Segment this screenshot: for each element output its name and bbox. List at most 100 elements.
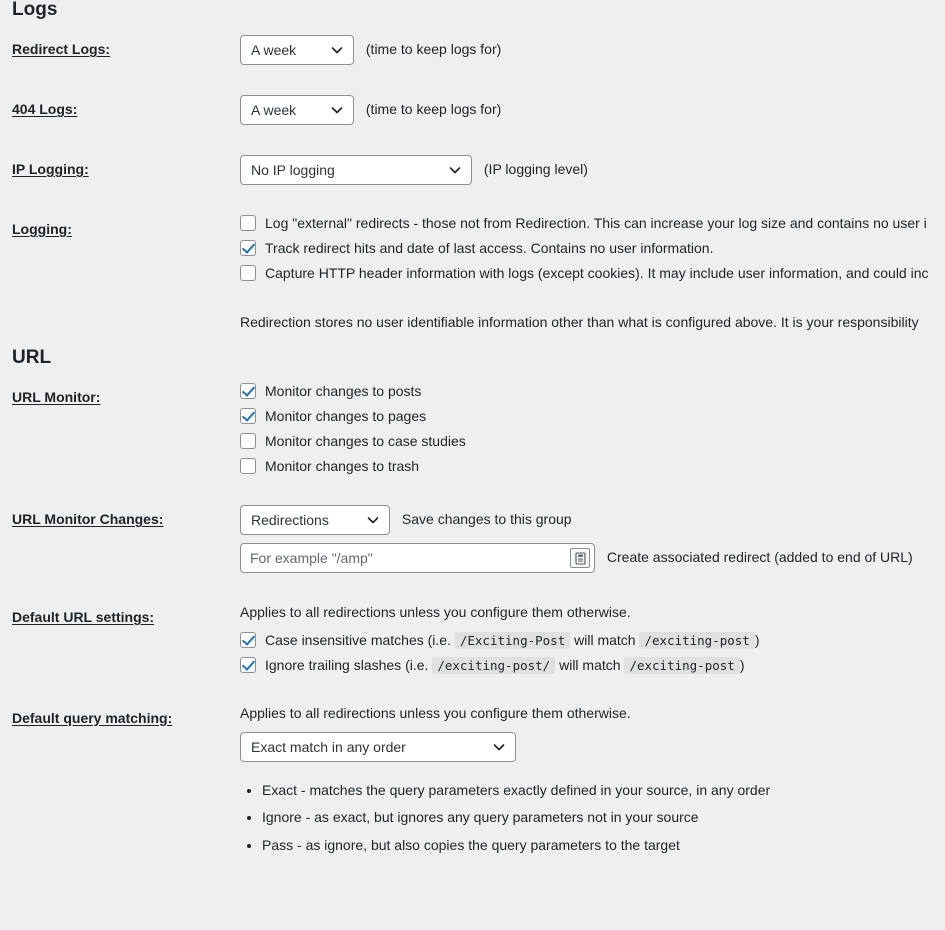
label-redirect-logs-text: Redirect Logs: [12,41,111,57]
row-logging: Logging: Log "external" redirects - thos… [12,200,945,348]
case-insensitive-code-source: /Exciting-Post [454,631,571,649]
chevron-down-icon [366,506,380,534]
associated-redirect-note: Create associated redirect (added to end… [606,549,913,566]
trailing-slashes-code-target: /exciting-post [624,656,740,674]
case-insensitive-middle: will match [574,631,636,648]
row-url-monitor-changes: URL Monitor Changes: Redirections Save c… [12,490,945,588]
404-logs-note: (time to keep logs for) [365,101,502,118]
default-query-matching-select[interactable]: Exact match in any order [240,732,516,763]
404-logs-select[interactable]: A week [240,95,354,125]
logging-description: Redirection stores no user identifiable … [240,314,919,330]
checkbox-log-external[interactable] [240,215,256,231]
label-logging: Logging: [12,200,240,348]
row-url-monitor: URL Monitor: Monitor changes to posts Mo… [12,368,945,490]
label-url-monitor-changes: URL Monitor Changes: [12,490,240,588]
default-query-matching-select-value: Exact match in any order [251,739,406,756]
chevron-down-icon [492,733,506,761]
default-query-matching-intro: Applies to all redirections unless you c… [240,704,631,721]
chevron-down-icon [330,96,344,124]
redirect-logs-select-value: A week [251,42,297,58]
label-url-monitor-changes-text: URL Monitor Changes: [12,511,164,527]
label-ip-logging: IP Logging: [12,140,240,200]
checkbox-monitor-case-studies[interactable] [240,433,256,449]
checkbox-track-redirect-hits[interactable] [240,240,256,256]
url-monitor-option-trash[interactable]: Monitor changes to trash [240,458,945,475]
trailing-slashes-middle: will match [559,656,621,673]
case-insensitive-prefix: Case insensitive matches (i.e. [265,631,451,648]
bullet-exact: Exact - matches the query parameters exa… [262,780,945,800]
ip-logging-select[interactable]: No IP logging [240,155,472,185]
settings-page: Logs Redirect Logs: A week (time to keep… [0,0,945,870]
label-logging-text: Logging: [12,221,72,237]
url-monitor-group-row: Redirections Save changes to this group [240,505,945,535]
logging-option-track-hits-label: Track redirect hits and date of last acc… [265,240,714,256]
logging-option-http-headers[interactable]: Capture HTTP header information with log… [240,265,945,282]
chevron-down-icon [448,156,462,184]
logging-option-external[interactable]: Log "external" redirects - those not fro… [240,215,945,232]
redirect-logs-note: (time to keep logs for) [365,41,502,58]
checkbox-monitor-pages[interactable] [240,408,256,424]
url-monitor-option-pages[interactable]: Monitor changes to pages [240,408,945,425]
url-monitor-associated-redirect-row: Create associated redirect (added to end… [240,543,945,573]
logging-option-track-hits[interactable]: Track redirect hits and date of last acc… [240,240,945,257]
url-monitor-group-note: Save changes to this group [401,511,572,528]
logging-option-http-headers-label: Capture HTTP header information with log… [265,265,929,281]
case-insensitive-suffix: ) [754,631,760,648]
label-404-logs: 404 Logs: [12,80,240,140]
row-ip-logging: IP Logging: No IP logging (IP logging le… [12,140,945,200]
url-monitor-option-trash-label: Monitor changes to trash [265,458,420,474]
section-heading-logs: Logs [12,0,58,20]
row-default-query-matching: Default query matching: Applies to all r… [12,689,945,870]
associated-redirect-input[interactable] [240,543,595,573]
default-url-option-case-insensitive-label: Case insensitive matches (i.e. /Exciting… [265,631,760,649]
field-ip-logging: No IP logging (IP logging level) [240,140,945,200]
url-monitor-option-posts-label: Monitor changes to posts [265,383,422,399]
trailing-slashes-suffix: ) [739,656,745,673]
url-monitor-option-posts[interactable]: Monitor changes to posts [240,383,945,400]
row-redirect-logs: Redirect Logs: A week (time to keep logs… [12,20,945,80]
field-url-monitor-changes: Redirections Save changes to this group [240,490,945,588]
label-default-query-matching-text: Default query matching: [12,709,173,726]
label-default-url-settings-text: Default URL settings: [12,609,155,625]
label-url-monitor: URL Monitor: [12,368,240,490]
url-monitor-option-case-studies-label: Monitor changes to case studies [265,433,466,449]
default-url-settings-intro: Applies to all redirections unless you c… [240,604,631,620]
checkbox-monitor-posts[interactable] [240,383,256,399]
label-default-query-matching: Default query matching: [12,689,240,870]
label-url-monitor-text: URL Monitor: [12,389,101,405]
bullet-ignore: Ignore - as exact, but ignores any query… [262,807,945,827]
url-monitor-group-select[interactable]: Redirections [240,505,390,535]
default-query-matching-bullets: Exact - matches the query parameters exa… [240,780,945,855]
logs-settings-table: Redirect Logs: A week (time to keep logs… [12,20,945,348]
checkbox-monitor-trash[interactable] [240,458,256,474]
redirect-logs-select[interactable]: A week [240,35,354,65]
label-404-logs-text: 404 Logs: [12,101,78,117]
row-default-url-settings: Default URL settings: Applies to all red… [12,588,945,689]
label-default-url-settings: Default URL settings: [12,588,240,689]
checkbox-capture-http-headers[interactable] [240,265,256,281]
row-404-logs: 404 Logs: A week (time to keep logs for) [12,80,945,140]
checkbox-ignore-trailing-slashes[interactable] [240,656,256,673]
insert-icon[interactable] [570,548,590,568]
trailing-slashes-code-source: /exciting-post/ [432,656,556,674]
associated-redirect-input-wrap [240,543,595,573]
bullet-pass: Pass - as ignore, but also copies the qu… [262,835,945,855]
trailing-slashes-prefix: Ignore trailing slashes (i.e. [265,656,429,673]
chevron-down-icon [330,36,344,64]
field-default-query-matching: Applies to all redirections unless you c… [240,689,945,870]
default-url-option-trailing-slashes-label: Ignore trailing slashes (i.e. /exciting-… [265,656,745,674]
url-monitor-option-case-studies[interactable]: Monitor changes to case studies [240,433,945,450]
field-url-monitor: Monitor changes to posts Monitor changes… [240,368,945,490]
checkbox-case-insensitive[interactable] [240,631,256,648]
url-settings-table: URL Monitor: Monitor changes to posts Mo… [12,368,945,870]
field-logging: Log "external" redirects - those not fro… [240,200,945,348]
url-monitor-group-select-value: Redirections [251,512,329,528]
default-url-option-case-insensitive[interactable]: Case insensitive matches (i.e. /Exciting… [240,631,945,649]
ip-logging-note: (IP logging level) [483,161,588,178]
default-url-option-trailing-slashes[interactable]: Ignore trailing slashes (i.e. /exciting-… [240,656,945,674]
field-default-url-settings: Applies to all redirections unless you c… [240,588,945,689]
field-404-logs: A week (time to keep logs for) [240,80,945,140]
ip-logging-select-value: No IP logging [251,162,335,178]
url-monitor-option-pages-label: Monitor changes to pages [265,408,427,424]
